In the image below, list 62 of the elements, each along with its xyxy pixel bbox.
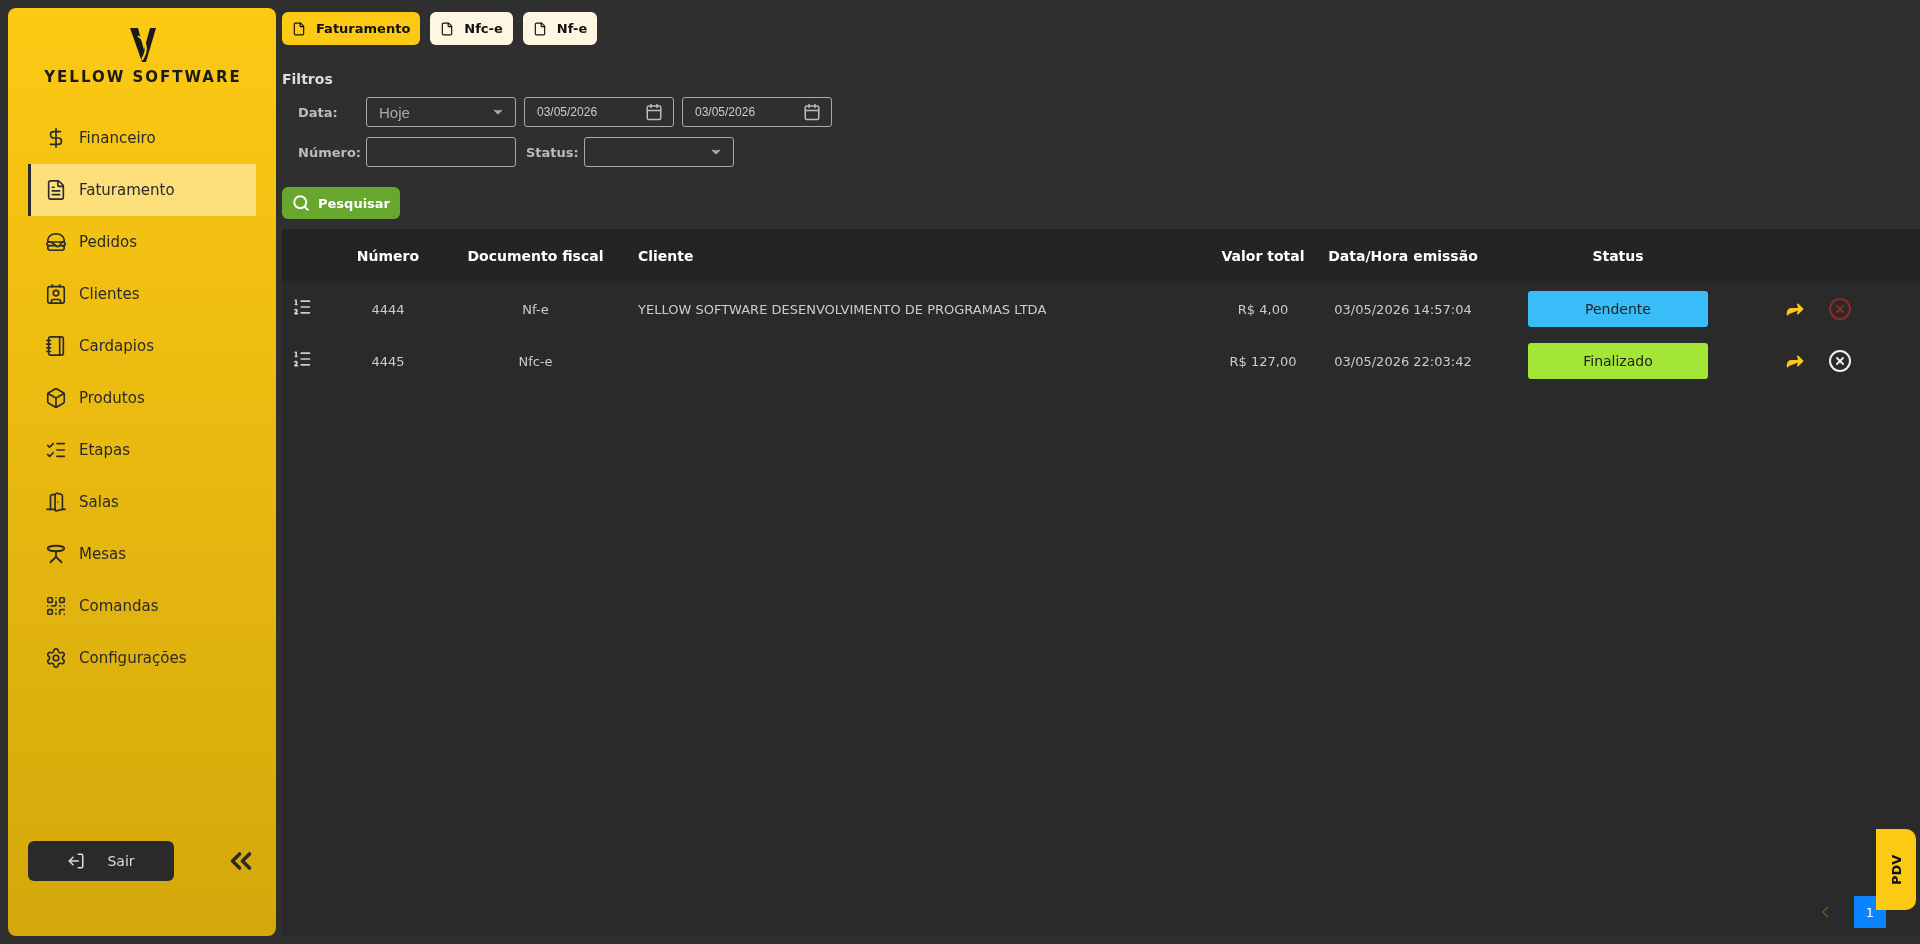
pdv-tab[interactable]: PDV: [1876, 829, 1916, 910]
status-select[interactable]: [584, 137, 734, 167]
file-icon: [532, 21, 547, 36]
status-badge: Pendente: [1528, 291, 1708, 327]
contact-icon: [45, 283, 67, 305]
number-field[interactable]: [366, 137, 516, 167]
table-cell-text: R$ 4,00: [1236, 301, 1290, 317]
qr-code-icon: [45, 595, 67, 617]
field-label: Data:: [298, 104, 339, 120]
tab[interactable]: Nfc-e: [430, 12, 513, 45]
nav-item[interactable]: Cardapios: [28, 320, 256, 372]
calendar-icon: [645, 103, 663, 121]
tab[interactable]: Nf-e: [522, 12, 598, 45]
file-icon: [440, 21, 455, 36]
search-icon: [292, 194, 310, 212]
logo-icon: [128, 26, 158, 64]
column-header: Valor total: [1220, 248, 1306, 264]
column-header: Cliente: [638, 248, 695, 264]
date-field[interactable]: 03/05/2026: [682, 97, 832, 127]
table-cell-text: 03/05/2026 14:57:04: [1333, 301, 1473, 317]
status-badge: Finalizado: [1528, 343, 1708, 379]
table-cell-text: Nfc-e: [517, 353, 554, 369]
nav-item[interactable]: Comandas: [28, 580, 256, 632]
logout-button[interactable]: Sair: [28, 841, 174, 881]
table-cell-text: 03/05/2026 22:03:42: [1333, 353, 1473, 369]
nav-item[interactable]: Etapas: [28, 424, 256, 476]
tab[interactable]: Faturamento: [282, 12, 421, 45]
field-label: Status:: [526, 144, 576, 160]
file-icon: [292, 21, 306, 36]
nav-item[interactable]: Produtos: [28, 372, 256, 424]
calendar-icon: [803, 103, 821, 121]
date-field[interactable]: 03/05/2026: [524, 97, 674, 127]
document-icon: [45, 179, 67, 201]
nav-item[interactable]: Clientes: [28, 268, 256, 320]
table-icon: [45, 543, 67, 565]
nav-item[interactable]: Faturamento: [28, 164, 256, 216]
notebook-icon: [45, 335, 67, 357]
door-icon: [45, 491, 67, 513]
column-header: Documento fiscal: [466, 248, 605, 264]
table-cell-text: R$ 127,00: [1228, 353, 1298, 369]
table-cell-text: Nf-e: [521, 301, 550, 317]
nav-item[interactable]: Pedidos: [28, 216, 256, 268]
logout-icon: [67, 852, 86, 870]
list-icon[interactable]: [292, 349, 312, 369]
column-header: Status: [1591, 248, 1645, 264]
settings-icon: [45, 647, 67, 669]
box-icon: [45, 387, 67, 409]
column-header: Data/Hora emissão: [1328, 248, 1478, 264]
column-header: Número: [355, 248, 421, 264]
table-cell-text: 4445: [370, 353, 406, 369]
nav-item[interactable]: Configurações: [28, 632, 256, 684]
burger-icon: [45, 231, 67, 253]
table-cell-text: YELLOW SOFTWARE DESENVOLVIMENTO DE PROGRAMAS LTDA: [638, 301, 1048, 317]
nav-item[interactable]: Financeiro: [28, 112, 256, 164]
brand-name: YELLOW SOFTWARE: [44, 68, 242, 86]
nav-item[interactable]: Mesas: [28, 528, 256, 580]
filters-title: Filtros: [282, 71, 334, 87]
table-cell-text: 4444: [370, 301, 406, 317]
date-range-select[interactable]: Hoje: [366, 97, 516, 127]
list-icon[interactable]: [292, 297, 312, 317]
nav-item[interactable]: Salas: [28, 476, 256, 528]
field-label: Número:: [298, 144, 358, 160]
